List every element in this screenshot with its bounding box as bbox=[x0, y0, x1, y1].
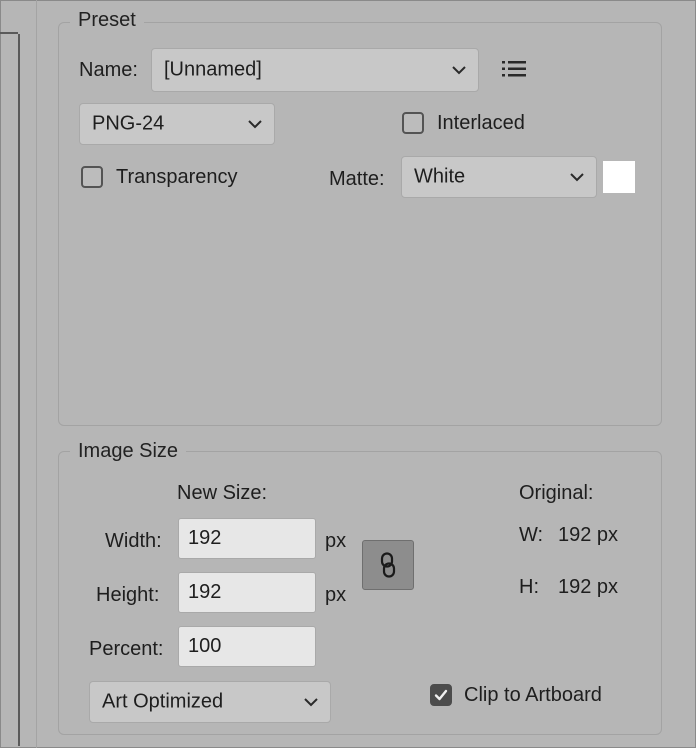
height-label: Height: bbox=[96, 584, 160, 606]
original-h-label: H: bbox=[519, 576, 539, 598]
percent-label: Percent: bbox=[89, 638, 164, 660]
checkmark-icon bbox=[434, 689, 448, 701]
format-select[interactable]: PNG-24 bbox=[79, 103, 275, 145]
panel-divider bbox=[36, 0, 37, 748]
resample-quality-value: Art Optimized bbox=[102, 690, 224, 713]
matte-select[interactable]: White bbox=[401, 156, 597, 198]
chevron-down-icon bbox=[452, 66, 466, 75]
matte-color-swatch[interactable] bbox=[603, 161, 635, 193]
preset-legend: Preset bbox=[70, 9, 144, 32]
interlaced-label: Interlaced bbox=[437, 112, 525, 134]
original-h-value: 192 px bbox=[558, 576, 619, 598]
interlaced-checkbox[interactable] bbox=[402, 112, 424, 134]
clip-to-artboard-checkbox[interactable] bbox=[430, 684, 452, 706]
name-label: Name: bbox=[79, 59, 138, 81]
matte-label: Matte: bbox=[329, 168, 385, 190]
clip-to-artboard-label: Clip to Artboard bbox=[464, 684, 602, 706]
original-w-label: W: bbox=[519, 524, 544, 546]
image-size-legend: Image Size bbox=[70, 440, 187, 463]
preset-name-select[interactable]: [Unnamed] bbox=[151, 48, 479, 92]
width-unit: px bbox=[325, 530, 347, 552]
transparency-checkbox[interactable] bbox=[81, 166, 103, 188]
constrain-proportions-button[interactable] bbox=[362, 540, 414, 590]
chevron-down-icon bbox=[570, 173, 584, 182]
width-label: Width: bbox=[105, 530, 162, 552]
width-input[interactable]: 192 bbox=[178, 518, 316, 559]
format-value: PNG-24 bbox=[92, 112, 165, 135]
resample-quality-select[interactable]: Art Optimized bbox=[89, 681, 331, 723]
link-chain-icon bbox=[380, 552, 396, 578]
transparency-label: Transparency bbox=[116, 166, 238, 188]
height-input[interactable]: 192 bbox=[178, 572, 316, 613]
height-unit: px bbox=[325, 584, 347, 606]
chevron-down-icon bbox=[304, 698, 318, 707]
list-menu-icon[interactable] bbox=[502, 60, 526, 78]
preset-name-value: [Unnamed] bbox=[164, 58, 262, 81]
new-size-label: New Size: bbox=[177, 482, 268, 504]
original-w-value: 192 px bbox=[558, 524, 619, 546]
original-label: Original: bbox=[519, 482, 594, 504]
artboard-preview-edge bbox=[0, 32, 20, 746]
chevron-down-icon bbox=[248, 120, 262, 129]
percent-input[interactable]: 100 bbox=[178, 626, 316, 667]
matte-value: White bbox=[414, 165, 466, 188]
